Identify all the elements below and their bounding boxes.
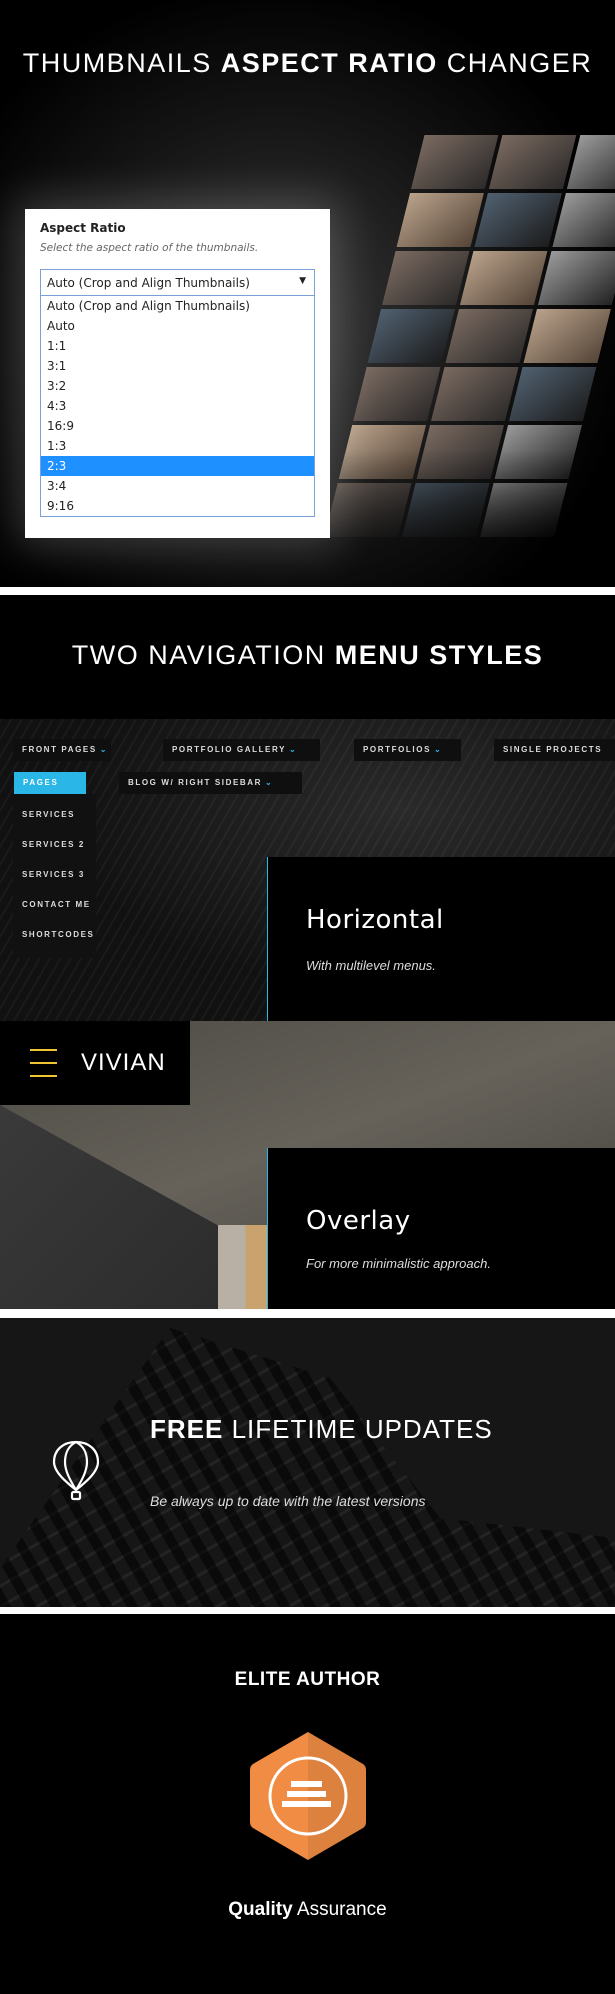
caption-subtitle: With multilevel menus.: [306, 958, 436, 973]
site-logo[interactable]: VIVIAN: [81, 1049, 166, 1077]
chevron-down-icon: ⌄: [434, 745, 443, 754]
section-title: TWO NAVIGATION MENU STYLES: [71, 640, 544, 670]
overlay-caption-box: Overlay For more minimalistic approach.: [267, 1148, 615, 1309]
aspect-ratio-select[interactable]: Auto (Crop and Align Thumbnails) ▼: [40, 269, 315, 296]
chevron-down-icon: ⌄: [99, 745, 109, 754]
aspect-ratio-option[interactable]: 9:16: [41, 496, 314, 516]
navigation-styles-section: TWO NAVIGATION MENU STYLES FRONT PAGES ⌄ …: [0, 595, 615, 1309]
chevron-down-icon: ⌄: [265, 778, 274, 787]
nav-item-pages[interactable]: PAGES: [14, 772, 86, 794]
overlay-header: VIVIAN: [0, 1021, 190, 1105]
dropdown-arrow-icon: ▼: [299, 276, 306, 286]
nav-item-single-projects[interactable]: SINGLE PROJECTS: [494, 739, 615, 761]
nav-item-front-pages[interactable]: FRONT PAGES ⌄: [13, 739, 111, 761]
thumbnail-collage: [320, 135, 615, 555]
lifetime-updates-section: FREE LIFETIME UPDATES Be always up to da…: [0, 1318, 615, 1607]
divider: [0, 587, 615, 595]
aspect-ratio-option[interactable]: 3:1: [41, 356, 314, 376]
pages-dropdown-menu: SERVICES SERVICES 2 SERVICES 3 CONTACT M…: [13, 794, 96, 958]
aspect-ratio-option[interactable]: 2:3: [41, 456, 314, 476]
aspect-ratio-option[interactable]: 3:2: [41, 376, 314, 396]
aspect-ratio-section: THUMBNAILS ASPECT RATIO CHANGER Aspect R…: [0, 0, 615, 587]
field-label: Aspect Ratio: [40, 221, 126, 235]
hot-air-balloon-icon: [52, 1440, 100, 1501]
elite-author-section: ELITE AUTHOR Quality Assurance: [0, 1614, 615, 1994]
horizontal-caption-box: Horizontal With multilevel menus.: [267, 857, 615, 1021]
nav-item-blog[interactable]: BLOG W/ RIGHT SIDEBAR ⌄: [119, 772, 302, 794]
divider: [0, 1309, 615, 1318]
caption-subtitle: For more minimalistic approach.: [306, 1256, 491, 1271]
section-title: FREE LIFETIME UPDATES: [150, 1414, 493, 1444]
dropdown-item-contact-me[interactable]: CONTACT ME: [22, 900, 91, 909]
dropdown-item-services-2[interactable]: SERVICES 2: [22, 840, 85, 849]
section-title: ELITE AUTHOR: [234, 1669, 381, 1690]
dropdown-item-services-3[interactable]: SERVICES 3: [22, 870, 85, 879]
aspect-ratio-option[interactable]: 3:4: [41, 476, 314, 496]
quality-assurance-label: Quality Assurance: [228, 1899, 387, 1920]
aspect-ratio-settings-panel: Aspect Ratio Select the aspect ratio of …: [25, 209, 330, 538]
caption-title: Overlay: [306, 1206, 411, 1236]
section-subtitle: Be always up to date with the latest ver…: [150, 1493, 426, 1509]
aspect-ratio-options-list: Auto (Crop and Align Thumbnails) Auto 1:1 3…: [40, 296, 315, 517]
aspect-ratio-option[interactable]: 4:3: [41, 396, 314, 416]
elite-author-badge-icon: [250, 1732, 366, 1860]
divider: [0, 1607, 615, 1614]
field-description: Select the aspect ratio of the thumbnail…: [40, 242, 259, 254]
nav-item-portfolios[interactable]: PORTFOLIOS ⌄: [354, 739, 461, 761]
aspect-ratio-option[interactable]: Auto: [41, 316, 314, 336]
selected-value: Auto (Crop and Align Thumbnails): [47, 276, 250, 290]
chevron-down-icon: ⌄: [289, 745, 298, 754]
door-image: [218, 1225, 268, 1309]
aspect-ratio-option[interactable]: Auto (Crop and Align Thumbnails): [41, 296, 314, 316]
caption-title: Horizontal: [306, 905, 444, 935]
dropdown-item-services[interactable]: SERVICES: [22, 810, 75, 819]
dropdown-item-shortcodes[interactable]: SHORTCODES: [22, 930, 94, 939]
aspect-ratio-option[interactable]: 1:3: [41, 436, 314, 456]
aspect-ratio-option[interactable]: 1:1: [41, 336, 314, 356]
aspect-ratio-option[interactable]: 16:9: [41, 416, 314, 436]
nav-item-portfolio-gallery[interactable]: PORTFOLIO GALLERY ⌄: [163, 739, 320, 761]
section-title: THUMBNAILS ASPECT RATIO CHANGER: [22, 48, 593, 78]
